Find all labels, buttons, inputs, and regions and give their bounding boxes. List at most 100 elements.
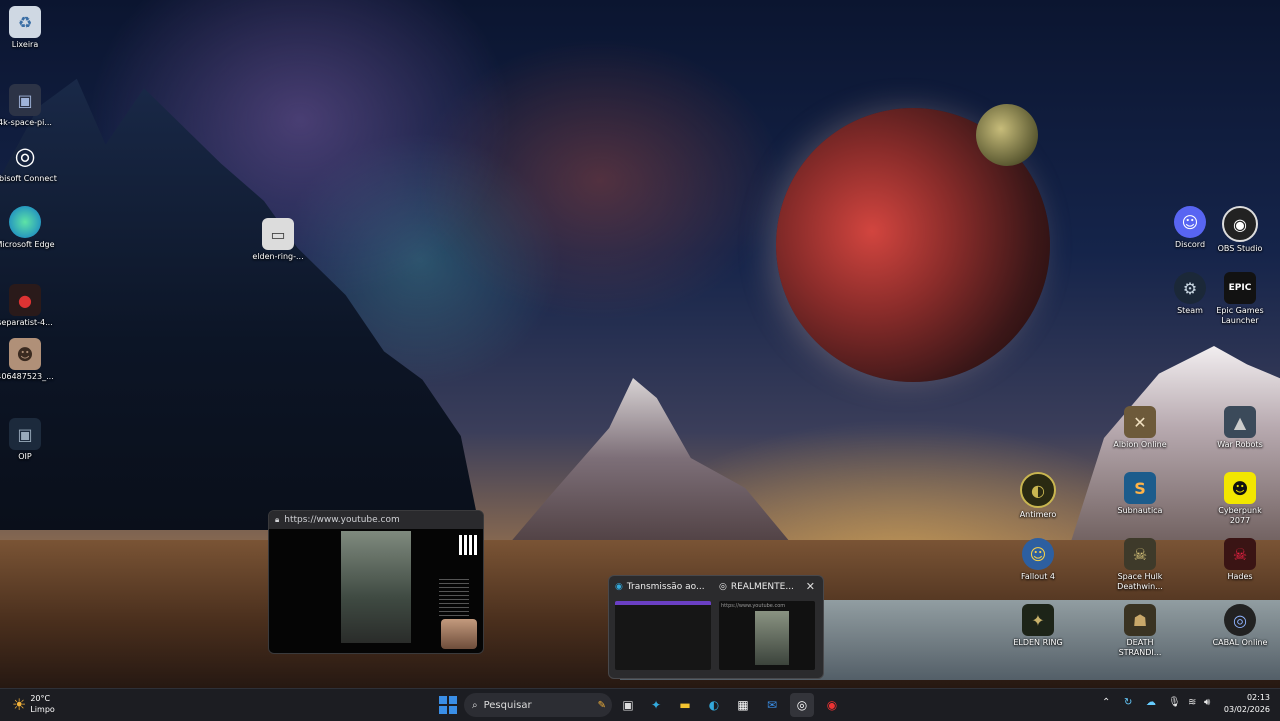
clock-date: 03/02/2026 (1223, 705, 1270, 714)
store-icon: ▦ (737, 698, 749, 712)
thumbnail-url: https://www.youtube.com (721, 603, 786, 609)
recycle-bin-icon: ♻ (9, 6, 41, 38)
desktop-icon-cabal[interactable]: ◎ CABAL Online (1208, 604, 1272, 648)
desktop-icon-label: CABAL Online (1212, 638, 1268, 647)
desktop-icon-fallout[interactable]: ☺ Fallout 4 (1006, 538, 1070, 582)
cloud-icon[interactable]: ☁ (1146, 697, 1156, 708)
taskbar-thumbnail-group: ◉ Transmissão ao... ◎ REALMENTE... ✕ htt… (608, 575, 824, 679)
desktop-icon-hades[interactable]: ☠ Hades (1208, 538, 1272, 582)
desktop-icon-label: separatist-4... (0, 318, 53, 327)
desktop-icon-label: Antimero (1019, 510, 1057, 519)
obs-icon: ◎ (796, 698, 808, 712)
windows-logo-icon (439, 696, 457, 714)
desktop-icon-antimero[interactable]: ◐ Antimero (1006, 472, 1070, 520)
desktop-icon-label: War Robots (1217, 440, 1263, 449)
taskbar-obs-recording[interactable]: ◉ (820, 693, 844, 717)
desktop-icon-label: OIP (18, 452, 32, 461)
preview-url: https://www.youtube.com (284, 515, 400, 525)
desktop-icon-label: Lixeira (11, 40, 39, 49)
folder-icon: ▬ (679, 698, 691, 712)
search-label: Pesquisar (483, 699, 532, 711)
taskbar-edge[interactable]: ◐ (702, 693, 726, 717)
taskbar-widgets-app[interactable]: ✦ (644, 693, 668, 717)
elden-ring-icon: ✦ (1022, 604, 1054, 636)
chevron-up-icon[interactable]: ⌃ (1102, 697, 1110, 708)
clock-time: 02:13 (1246, 693, 1270, 702)
desktop-icon-label: Fallout 4 (1021, 572, 1055, 581)
edge-browser-icon (9, 206, 41, 238)
subnautica-icon: S (1124, 472, 1156, 504)
thumbnail-realmente[interactable]: ◎ REALMENTE... ✕ https://www.youtube.com (715, 576, 819, 676)
qr-code-icon (459, 535, 479, 555)
albion-icon: ✕ (1124, 406, 1156, 438)
desktop-icon-label: 406487523_... (0, 372, 54, 381)
desktop-icon-obs-studio[interactable]: ◉ OBS Studio (1208, 206, 1272, 254)
epic-games-icon: EPIC (1224, 272, 1256, 304)
taskbar-mail[interactable]: ✉ (760, 693, 784, 717)
desktop-icon-recycle-bin[interactable]: ♻ Lixeira (0, 6, 57, 50)
thumbnail-video (755, 611, 789, 665)
taskbar-search[interactable]: ⌕ Pesquisar ✎ (464, 693, 612, 717)
video-thumbnail (341, 531, 411, 643)
cyberpunk-icon: ☻ (1224, 472, 1256, 504)
desktop-icon-label: Ubisoft Connect (0, 174, 57, 183)
chat-text-block (439, 579, 469, 619)
thumbnail-image (615, 601, 711, 670)
search-icon: ⌕ (472, 699, 478, 711)
system-clock[interactable]: 02:13 03/02/2026 (1224, 692, 1270, 716)
death-stranding-icon: ☗ (1124, 604, 1156, 636)
discord-icon: ☺ (1174, 206, 1206, 238)
thumbnail-title: REALMENTE... (730, 582, 794, 592)
microphone-icon[interactable]: 🎙︎ (1168, 697, 1181, 708)
start-button[interactable] (436, 693, 460, 717)
space-hulk-icon: ☠ (1124, 538, 1156, 570)
desktop-icon-label: OBS Studio (1217, 244, 1263, 253)
desktop-icon-label: Cyberpunk 2077 (1218, 506, 1262, 525)
lock-icon: 🔒︎ (275, 515, 280, 524)
weather-description: Limpo (30, 705, 55, 714)
desktop-icon-label: Albion Online (1113, 440, 1167, 449)
desktop-icon-epic-games[interactable]: EPIC Epic Games Launcher (1208, 272, 1272, 326)
desktop-icon-label: elden-ring-... (252, 252, 304, 261)
weather-widget[interactable]: ☀ 20°C Limpo (12, 693, 55, 715)
desktop-icon-space-hulk[interactable]: ☠ Space Hulk Deathwin... (1108, 538, 1172, 592)
desktop-icon-war-robots[interactable]: ▲ War Robots (1208, 406, 1272, 450)
desktop-icon-separatist[interactable]: ● separatist-4... (0, 284, 57, 328)
taskbar-obs[interactable]: ◎ (790, 693, 814, 717)
browser-preview-window[interactable]: 🔒︎ https://www.youtube.com (268, 510, 484, 654)
taskbar-file-explorer[interactable]: ▬ (673, 693, 697, 717)
close-icon[interactable]: ✕ (806, 580, 815, 593)
desktop-icon-space-pic[interactable]: ▣ 4k-space-pi... (0, 84, 57, 128)
desktop-icon-elden-ring-file[interactable]: ▭ elden-ring-... (246, 218, 310, 262)
wifi-icon[interactable]: ≋ (1188, 697, 1196, 708)
wallpaper-left-mountains (0, 78, 480, 530)
desktop-icon-subnautica[interactable]: S Subnautica (1108, 472, 1172, 516)
desktop-icon-image-file[interactable]: ☻ 406487523_... (0, 338, 57, 382)
sync-icon[interactable]: ↻ (1124, 697, 1132, 708)
speaker-icon[interactable]: 🔊︎ (1204, 697, 1210, 708)
desktop-icon-oip[interactable]: ▣ OIP (0, 418, 57, 462)
desktop-icon-death-stranding[interactable]: ☗ DEATH STRANDI... (1108, 604, 1172, 658)
preview-address-bar: 🔒︎ https://www.youtube.com (269, 511, 483, 529)
thumbnail-transmission[interactable]: ◉ Transmissão ao... (611, 576, 715, 676)
fallout-icon: ☺ (1022, 538, 1054, 570)
desktop-icon-label: Hades (1227, 572, 1253, 581)
task-view-icon: ▣ (622, 698, 634, 712)
search-highlight-icon: ✎ (597, 699, 606, 711)
desktop-icon-microsoft-edge[interactable]: Microsoft Edge (0, 206, 57, 250)
browser-icon: ◉ (615, 582, 623, 592)
webcam-overlay (441, 619, 477, 649)
thumbnail-image: https://www.youtube.com (719, 601, 815, 670)
taskbar-store[interactable]: ▦ (731, 693, 755, 717)
thumbnail-title: Transmissão ao... (626, 582, 705, 592)
desktop-icon-label: ELDEN RING (1013, 638, 1063, 647)
desktop-icon-albion-online[interactable]: ✕ Albion Online (1108, 406, 1172, 450)
desktop-icon-label: 4k-space-pi... (0, 118, 52, 127)
desktop-icon-ubisoft-connect[interactable]: ◎ Ubisoft Connect (0, 140, 57, 184)
recording-icon: ◉ (826, 698, 838, 712)
image-file-icon: ● (9, 284, 41, 316)
image-file-icon: ▣ (9, 84, 41, 116)
desktop-icon-elden-ring[interactable]: ✦ ELDEN RING (1006, 604, 1070, 648)
task-view-button[interactable]: ▣ (616, 693, 640, 717)
desktop-icon-cyberpunk[interactable]: ☻ Cyberpunk 2077 (1208, 472, 1272, 526)
